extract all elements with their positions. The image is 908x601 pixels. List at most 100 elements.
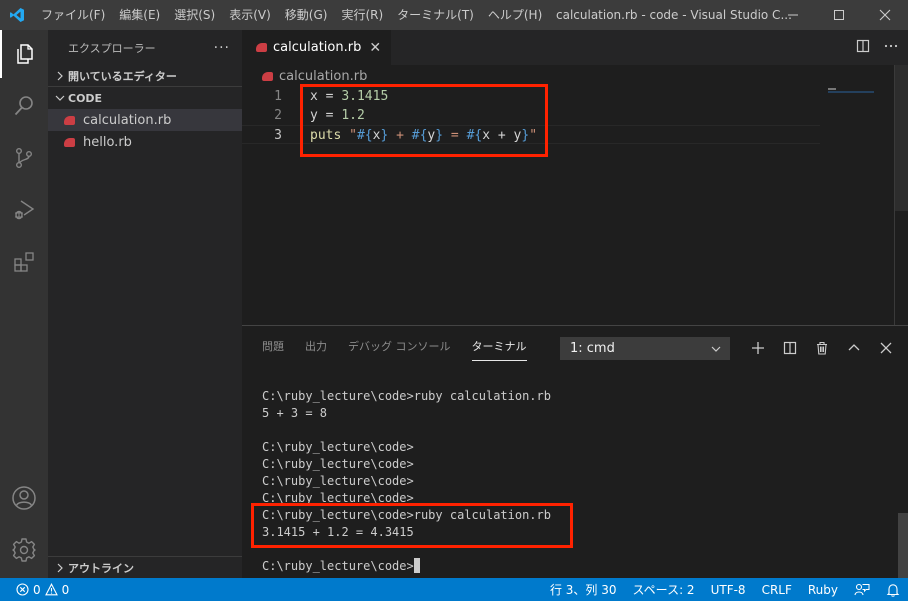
warning-icon <box>44 583 58 596</box>
folder-section[interactable]: CODE <box>48 87 242 109</box>
manage-button[interactable] <box>0 526 48 574</box>
minimap-line <box>828 88 836 90</box>
line-content: x = 3.1415 <box>310 89 389 104</box>
indentation[interactable]: スペース: 2 <box>625 581 703 598</box>
close-window-button[interactable] <box>862 0 908 30</box>
maximize-button[interactable] <box>816 0 862 30</box>
chevron-down-icon <box>52 93 68 103</box>
maximize-panel-button[interactable] <box>838 336 870 360</box>
menu-help[interactable]: ヘルプ(H) <box>481 0 549 30</box>
terminal-select-value: 1: cmd <box>570 341 615 356</box>
terminal-output[interactable]: C:\ruby_lecture\code>ruby calculation.rb… <box>262 388 551 575</box>
error-count: 0 <box>33 582 41 597</box>
menu-bar: ファイル(F) 編集(E) 選択(S) 表示(V) 移動(G) 実行(R) ター… <box>34 0 549 30</box>
plus-icon <box>752 342 764 354</box>
breadcrumb[interactable]: calculation.rb <box>242 65 908 87</box>
minimap-viewport <box>828 91 874 93</box>
run-debug-button[interactable] <box>0 186 48 234</box>
split-editor-icon[interactable] <box>856 39 870 56</box>
file-item-calculation-rb[interactable]: calculation.rb <box>48 109 242 131</box>
menu-selection[interactable]: 選択(S) <box>167 0 222 30</box>
file-item-hello-rb[interactable]: hello.rb <box>48 131 242 153</box>
close-panel-button[interactable] <box>870 336 902 360</box>
source-control-icon <box>15 148 32 169</box>
open-editors-label: 開いているエディター <box>68 69 177 83</box>
minimap[interactable] <box>828 88 874 94</box>
chevron-right-icon <box>52 563 68 573</box>
kill-terminal-button[interactable] <box>806 336 838 360</box>
menu-edit[interactable]: 編集(E) <box>112 0 167 30</box>
terminal-line: 3.1415 + 1.2 = 4.3415 <box>262 525 414 539</box>
editor-tab-bar: calculation.rb ✕ <box>242 30 908 65</box>
panel-actions <box>742 336 902 360</box>
notifications-button[interactable] <box>878 583 908 597</box>
menu-file[interactable]: ファイル(F) <box>34 0 112 30</box>
editor-actions <box>856 30 898 65</box>
tab-debug-console[interactable]: デバッグ コンソール <box>348 336 451 360</box>
minimize-icon <box>788 14 798 16</box>
maximize-icon <box>834 10 844 20</box>
code-line-current: 3 puts "#{x} + #{y} = #{x + y}" <box>242 125 820 144</box>
explorer-button[interactable] <box>0 30 48 78</box>
menu-terminal[interactable]: ターミナル(T) <box>390 0 481 30</box>
run-debug-icon <box>15 200 35 220</box>
code-line: 1 x = 3.1415 <box>242 87 908 106</box>
editor-scrollbar[interactable] <box>894 65 908 325</box>
explorer-header: エクスプローラー ··· <box>48 30 242 65</box>
trash-icon <box>817 341 827 355</box>
feedback-button[interactable] <box>846 583 878 597</box>
open-editors-section[interactable]: 開いているエディター <box>48 65 242 87</box>
terminal-prompt-line: C:\ruby_lecture\code> <box>262 558 551 575</box>
tab-output[interactable]: 出力 <box>305 336 327 360</box>
problems-status[interactable]: 0 0 <box>0 583 69 597</box>
extensions-button[interactable] <box>0 238 48 286</box>
language-mode[interactable]: Ruby <box>800 583 846 597</box>
tab-calculation-rb[interactable]: calculation.rb ✕ <box>242 30 392 65</box>
new-terminal-button[interactable] <box>742 336 774 360</box>
tab-problems[interactable]: 問題 <box>262 336 284 360</box>
status-bar-right: 行 3、列 30 スペース: 2 UTF-8 CRLF Ruby <box>542 578 908 601</box>
warning-count: 0 <box>61 582 70 597</box>
files-icon <box>17 44 33 64</box>
encoding[interactable]: UTF-8 <box>703 583 754 597</box>
terminal-line: C:\ruby_lecture\code> <box>262 491 414 505</box>
tab-terminal[interactable]: ターミナル <box>471 336 527 361</box>
terminal-line: C:\ruby_lecture\code>ruby calculation.rb <box>262 389 551 403</box>
menu-view[interactable]: 表示(V) <box>222 0 278 30</box>
menu-run[interactable]: 実行(R) <box>334 0 390 30</box>
more-actions-icon[interactable]: ··· <box>214 40 230 56</box>
menu-go[interactable]: 移動(G) <box>278 0 335 30</box>
terminal-cursor <box>413 558 420 573</box>
close-tab-icon[interactable]: ✕ <box>369 40 381 56</box>
line-content: puts "#{x} + #{y} = #{x + y}" <box>310 128 538 143</box>
breadcrumb-file: calculation.rb <box>279 68 368 84</box>
account-icon <box>12 486 36 510</box>
line-content: y = 1.2 <box>310 108 365 123</box>
status-bar: 0 0 行 3、列 30 スペース: 2 UTF-8 CRLF Ruby <box>0 578 908 601</box>
feedback-icon <box>854 583 870 595</box>
bell-icon <box>886 583 900 597</box>
end-of-line[interactable]: CRLF <box>754 583 800 597</box>
chevron-right-icon <box>52 71 68 81</box>
cursor-position[interactable]: 行 3、列 30 <box>542 581 625 598</box>
editor-scrollbar-thumb[interactable] <box>895 65 908 211</box>
window-title: calculation.rb - code - Visual Studio C.… <box>556 8 792 22</box>
error-icon <box>16 583 29 596</box>
split-terminal-button[interactable] <box>774 336 806 360</box>
more-actions-icon[interactable] <box>884 39 898 56</box>
settings-gear-icon <box>12 538 36 562</box>
search-button[interactable] <box>0 82 48 130</box>
tab-label: calculation.rb <box>273 40 362 55</box>
source-control-button[interactable] <box>0 134 48 182</box>
outline-section[interactable]: アウトライン <box>48 556 242 578</box>
split-icon <box>783 341 797 355</box>
code-editor[interactable]: 1 x = 3.1415 2 y = 1.2 3 puts "#{x} + #{… <box>242 87 908 144</box>
minimize-button[interactable] <box>770 0 816 30</box>
accounts-button[interactable] <box>0 474 48 522</box>
terminal-select[interactable]: 1: cmd <box>560 337 730 360</box>
explorer-sidebar: エクスプローラー ··· 開いているエディター CODE calculation… <box>48 30 242 578</box>
terminal-line: C:\ruby_lecture\code> <box>262 440 414 454</box>
terminal-scrollbar-thumb[interactable] <box>898 513 908 578</box>
line-number: 3 <box>274 128 282 143</box>
